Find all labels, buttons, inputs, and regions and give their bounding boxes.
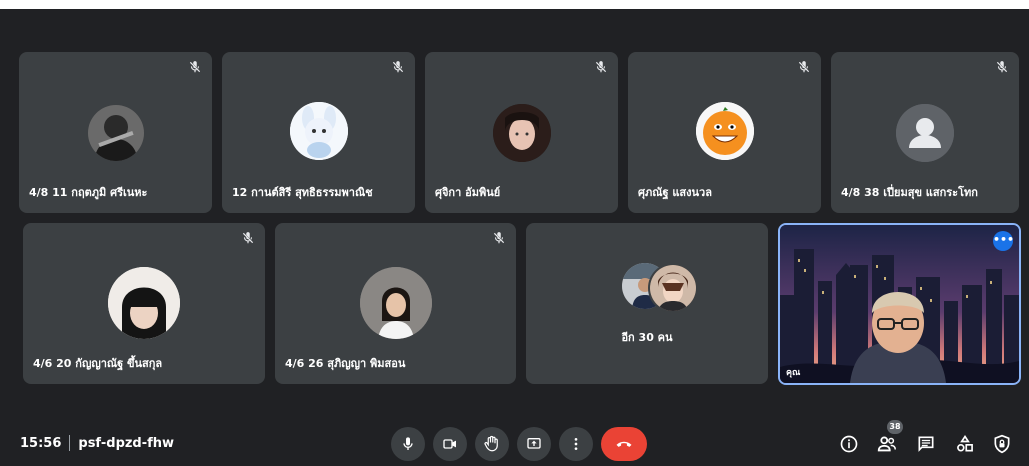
participant-tile[interactable]: 4/8 11 กฤตภูมิ ศรีเนหะ (19, 52, 212, 213)
meeting-time: 15:56 (20, 435, 62, 451)
people-count-badge: 38 (887, 420, 903, 434)
participant-tile[interactable]: 4/8 38 เปี่ยมสุข แสกระโทก (831, 52, 1019, 213)
avatar (87, 105, 144, 161)
raise-hand-icon (484, 435, 498, 452)
present-button[interactable] (517, 427, 551, 461)
more-options-icon (574, 438, 578, 450)
participant-name: 4/6 20 กัญญาณัฐ ขึ้นสกุล (33, 357, 163, 370)
info-icon[interactable] (838, 433, 860, 455)
participant-name: ศุจิกา อัมพินย์ (435, 186, 501, 199)
self-view-tile[interactable]: ••• คุณ (778, 223, 1021, 385)
mic-off-icon (189, 61, 201, 73)
self-name-label: คุณ (786, 368, 801, 378)
mic-off-icon (595, 61, 607, 73)
more-options-button[interactable] (559, 427, 593, 461)
avatar (695, 102, 754, 160)
raise-hand-button[interactable] (475, 427, 509, 461)
participant-name: 4/8 38 เปี่ยมสุข แสกระโทก (841, 186, 978, 199)
overflow-count-label: อีก 30 คน (621, 331, 673, 344)
mic-off-icon (798, 61, 810, 73)
avatar (289, 102, 348, 160)
chat-icon[interactable] (915, 433, 937, 455)
present-screen-icon (527, 438, 541, 449)
host-controls-icon[interactable] (991, 433, 1013, 455)
camera-button[interactable] (433, 427, 467, 461)
participant-name: ศุภณัฐ แสงนวล (638, 186, 712, 199)
people-icon[interactable] (876, 433, 898, 455)
participant-name: 4/8 11 กฤตภูมิ ศรีเนหะ (29, 186, 148, 199)
mic-button[interactable] (391, 427, 425, 461)
city-background (780, 225, 1019, 383)
end-call-icon (616, 441, 632, 447)
camera-icon (443, 439, 456, 449)
mic-off-icon (493, 232, 505, 244)
more-horiz-icon[interactable]: ••• (993, 231, 1014, 251)
meeting-info: 15:56 psf-dpzd-fhw (20, 435, 174, 451)
mic-off-icon (996, 61, 1008, 73)
end-call-button[interactable] (601, 427, 647, 461)
top-edge (0, 0, 1029, 9)
participant-tile[interactable]: ศุจิกา อัมพินย์ (425, 52, 618, 213)
participant-name: 4/6 26 สุภิญญา พิมสอน (285, 357, 406, 370)
participant-tile[interactable]: 4/6 20 กัญญาณัฐ ขึ้นสกุล (23, 223, 265, 384)
overflow-participants-tile[interactable]: อีก 30 คน (526, 223, 768, 384)
avatar (359, 267, 432, 339)
avatar (492, 104, 551, 162)
avatar (648, 263, 698, 313)
mic-off-icon (242, 232, 254, 244)
participant-name: 12 กานต์สิรี สุทธิธรรมพาณิช (232, 186, 373, 199)
avatar (108, 267, 180, 339)
activities-icon[interactable] (954, 433, 976, 455)
mic-icon (403, 437, 413, 450)
participant-tile[interactable]: 12 กานต์สิรี สุทธิธรรมพาณิช (222, 52, 415, 213)
divider (69, 435, 71, 451)
mic-off-icon (392, 61, 404, 73)
participant-tile[interactable]: 4/6 26 สุภิญญา พิมสอน (275, 223, 516, 384)
default-avatar-icon (896, 104, 954, 162)
meeting-code: psf-dpzd-fhw (78, 435, 175, 451)
participant-tile[interactable]: ศุภณัฐ แสงนวล (628, 52, 821, 213)
